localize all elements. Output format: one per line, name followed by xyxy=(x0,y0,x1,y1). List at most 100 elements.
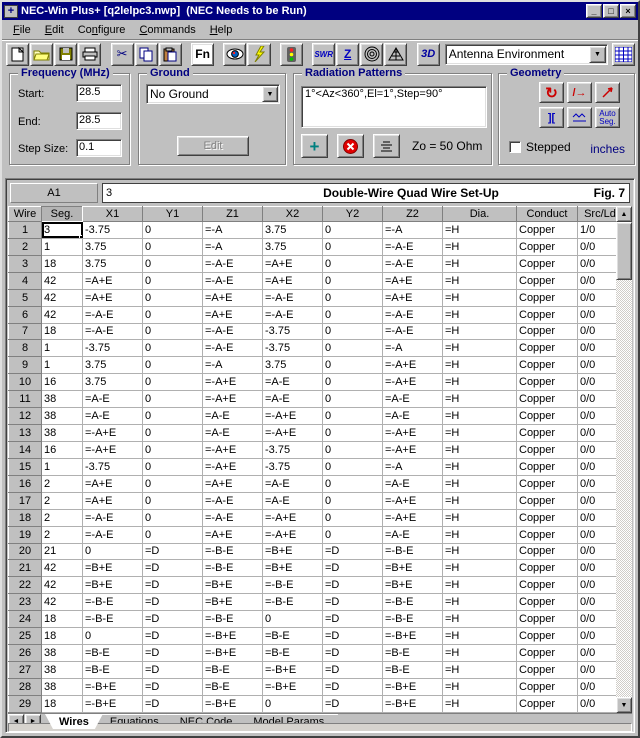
cell[interactable]: =-A+E xyxy=(383,357,443,374)
cell[interactable]: 0 xyxy=(263,695,323,712)
cell[interactable]: 0 xyxy=(323,357,383,374)
row-header[interactable]: 9 xyxy=(9,357,42,374)
cell[interactable]: -3.75 xyxy=(263,458,323,475)
new-file-button[interactable] xyxy=(6,43,29,66)
run-nec-button[interactable] xyxy=(280,43,303,66)
cell[interactable]: 0 xyxy=(323,306,383,323)
cell[interactable]: 0 xyxy=(323,492,383,509)
cell[interactable]: =H xyxy=(443,340,517,357)
cell[interactable]: 0 xyxy=(143,340,203,357)
cell[interactable]: 0 xyxy=(323,238,383,255)
cell[interactable]: Copper xyxy=(517,458,578,475)
cell[interactable]: =-A xyxy=(383,458,443,475)
cell[interactable]: 42 xyxy=(42,577,83,594)
cell[interactable]: =H xyxy=(443,255,517,272)
cell[interactable]: =-B-E xyxy=(203,560,263,577)
row-header[interactable]: 6 xyxy=(9,306,42,323)
open-file-button[interactable] xyxy=(30,43,53,66)
cell[interactable]: 0 xyxy=(143,509,203,526)
scroll-down-button[interactable]: ▼ xyxy=(616,697,632,713)
cell[interactable]: =-A xyxy=(383,222,443,239)
cell[interactable]: =A+E xyxy=(203,306,263,323)
cell[interactable]: -3.75 xyxy=(83,222,143,239)
cell[interactable]: Copper xyxy=(517,238,578,255)
cell[interactable]: 1 xyxy=(42,340,83,357)
column-header-x2[interactable]: X2 xyxy=(263,207,323,222)
cell[interactable]: =-A+E xyxy=(383,509,443,526)
cell[interactable]: =H xyxy=(443,577,517,594)
row-header[interactable]: 1 xyxy=(9,222,42,239)
cell[interactable]: =B+E xyxy=(383,577,443,594)
column-header-dia[interactable]: Dia. xyxy=(443,207,517,222)
cell[interactable]: 0 xyxy=(323,509,383,526)
cell[interactable]: =-A+E xyxy=(83,425,143,442)
cell[interactable]: 0 xyxy=(263,611,323,628)
cell[interactable]: =D xyxy=(323,560,383,577)
cell[interactable]: 0 xyxy=(323,255,383,272)
cell[interactable]: Copper xyxy=(517,425,578,442)
cell[interactable]: =-A+E xyxy=(203,374,263,391)
cell[interactable]: =A-E xyxy=(203,425,263,442)
cell[interactable]: 0 xyxy=(143,374,203,391)
cell[interactable]: =H xyxy=(443,238,517,255)
cell[interactable]: =D xyxy=(323,628,383,645)
cell[interactable]: =-B+E xyxy=(83,695,143,712)
cell[interactable]: =H xyxy=(443,594,517,611)
cell[interactable]: =A-E xyxy=(263,374,323,391)
cell[interactable]: =-B+E xyxy=(203,645,263,662)
environment-dropdown[interactable]: Antenna Environment ▼ xyxy=(445,44,608,65)
cell[interactable]: Copper xyxy=(517,475,578,492)
cell[interactable]: =A-E xyxy=(263,475,323,492)
cell[interactable]: 2 xyxy=(42,509,83,526)
checkbox-box[interactable] xyxy=(509,141,521,153)
cell[interactable]: =-B-E xyxy=(83,611,143,628)
cell[interactable]: 0 xyxy=(143,408,203,425)
minimize-button[interactable]: _ xyxy=(586,4,602,18)
cell[interactable]: Copper xyxy=(517,391,578,408)
cell[interactable]: =D xyxy=(323,594,383,611)
cell[interactable]: =A+E xyxy=(263,272,323,289)
cell[interactable]: =-A-E xyxy=(203,323,263,340)
cell[interactable]: Copper xyxy=(517,611,578,628)
cell[interactable]: Copper xyxy=(517,509,578,526)
cell[interactable]: =-B+E xyxy=(263,661,323,678)
cell[interactable]: =A-E xyxy=(263,391,323,408)
cell[interactable]: 42 xyxy=(42,289,83,306)
cell[interactable]: =-A-E xyxy=(383,306,443,323)
cell[interactable]: =D xyxy=(143,560,203,577)
center-pattern-button[interactable] xyxy=(373,134,400,158)
cell[interactable]: =B+E xyxy=(263,560,323,577)
rotate-wire-button[interactable]: ↻ xyxy=(539,82,564,103)
save-button[interactable] xyxy=(54,43,77,66)
cell[interactable]: =D xyxy=(143,661,203,678)
cell[interactable]: =D xyxy=(323,543,383,560)
cell[interactable]: 38 xyxy=(42,645,83,662)
cell[interactable]: 1 xyxy=(42,357,83,374)
cell[interactable]: =H xyxy=(443,441,517,458)
spreadsheet-button[interactable] xyxy=(612,43,635,66)
cell[interactable]: 3 xyxy=(42,222,83,239)
cell[interactable]: 0 xyxy=(143,458,203,475)
cell[interactable]: 0 xyxy=(323,441,383,458)
add-pattern-button[interactable]: + xyxy=(301,134,328,158)
cell[interactable]: 3.75 xyxy=(83,374,143,391)
cell[interactable]: Copper xyxy=(517,222,578,239)
cell[interactable]: =H xyxy=(443,509,517,526)
cell[interactable]: Copper xyxy=(517,289,578,306)
cell[interactable]: =-A+E xyxy=(383,441,443,458)
cell[interactable]: =-A xyxy=(383,340,443,357)
cell[interactable]: 38 xyxy=(42,678,83,695)
wire-wave-button[interactable] xyxy=(567,107,592,128)
row-header[interactable]: 21 xyxy=(9,560,42,577)
cell[interactable]: =B+E xyxy=(83,560,143,577)
row-header[interactable]: 11 xyxy=(9,391,42,408)
cell[interactable]: 0 xyxy=(323,475,383,492)
cell[interactable]: Copper xyxy=(517,441,578,458)
cell[interactable]: 3.75 xyxy=(83,255,143,272)
sheet-tab-wires[interactable]: Wires xyxy=(45,714,103,729)
cell[interactable]: 0 xyxy=(323,323,383,340)
stepped-checkbox[interactable]: Stepped xyxy=(509,140,571,154)
cell[interactable]: =D xyxy=(143,543,203,560)
paste-button[interactable] xyxy=(159,43,182,66)
translate-wire-button[interactable]: /→ xyxy=(567,82,592,103)
